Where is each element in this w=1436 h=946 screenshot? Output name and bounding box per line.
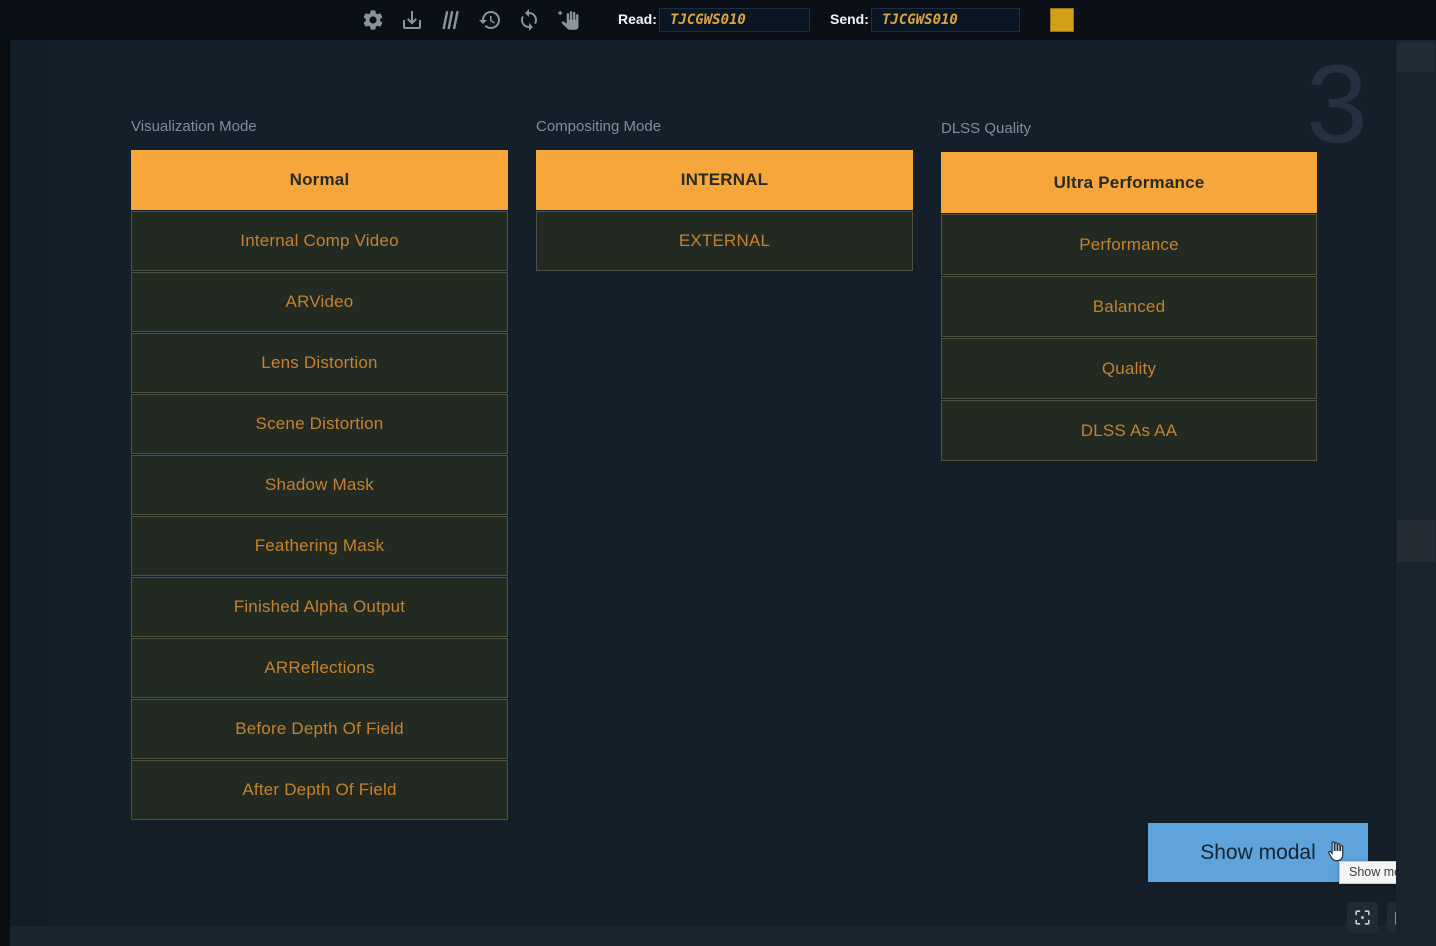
group-label-compositing-mode: Compositing Mode: [536, 117, 913, 143]
library-icon[interactable]: [438, 7, 464, 33]
group-compositing-mode: Compositing Mode INTERNALEXTERNAL: [536, 117, 913, 272]
scrollbar-top-segment: [1397, 42, 1435, 72]
pan-tool-icon[interactable]: [555, 7, 581, 33]
group-label-dlss-quality: DLSS Quality: [941, 119, 1317, 145]
option-ultra-performance[interactable]: Ultra Performance: [941, 152, 1317, 213]
option-before-depth-of-field[interactable]: Before Depth Of Field: [131, 699, 508, 759]
download-icon[interactable]: [399, 7, 425, 33]
option-after-depth-of-field[interactable]: After Depth Of Field: [131, 760, 508, 820]
option-lens-distortion[interactable]: Lens Distortion: [131, 333, 508, 393]
sync-icon[interactable]: [516, 7, 542, 33]
group-label-visualization-mode: Visualization Mode: [131, 117, 508, 143]
status-indicator-square: [1050, 8, 1074, 32]
option-dlss-as-aa[interactable]: DLSS As AA: [941, 400, 1317, 461]
read-label: Read:: [618, 11, 657, 27]
option-arreflections[interactable]: ARReflections: [131, 638, 508, 698]
read-input[interactable]: [659, 8, 810, 32]
settings-icon[interactable]: [360, 7, 386, 33]
group-dlss-quality: DLSS Quality Ultra PerformancePerformance…: [941, 119, 1317, 462]
send-label: Send:: [830, 11, 869, 27]
option-scene-distortion[interactable]: Scene Distortion: [131, 394, 508, 454]
center-focus-icon[interactable]: [1347, 902, 1378, 933]
option-normal[interactable]: Normal: [131, 150, 508, 210]
option-balanced[interactable]: Balanced: [941, 276, 1317, 337]
option-finished-alpha-output[interactable]: Finished Alpha Output: [131, 577, 508, 637]
app-window: Read: Send: 3 Visualization ModeNormalIn…: [0, 0, 1436, 946]
top-toolbar: Read: Send:: [0, 0, 1436, 40]
toolbar-icon-group: [360, 0, 581, 40]
send-input[interactable]: [871, 8, 1020, 32]
option-external[interactable]: EXTERNAL: [536, 211, 913, 271]
option-feathering-mask[interactable]: Feathering Mask: [131, 516, 508, 576]
history-icon[interactable]: [477, 7, 503, 33]
option-performance[interactable]: Performance: [941, 214, 1317, 275]
bottom-edge-strip: [10, 926, 1396, 946]
option-internal[interactable]: INTERNAL: [536, 150, 913, 210]
option-quality[interactable]: Quality: [941, 338, 1317, 399]
option-shadow-mask[interactable]: Shadow Mask: [131, 455, 508, 515]
group-visualization-mode: Visualization Mode NormalInternal Comp Vi…: [131, 117, 508, 821]
show-modal-button[interactable]: Show modal: [1148, 823, 1368, 882]
scrollbar-thumb[interactable]: [1397, 520, 1435, 562]
option-arvideo[interactable]: ARVideo: [131, 272, 508, 332]
left-edge-strip: [0, 40, 10, 946]
vertical-scrollbar[interactable]: [1396, 40, 1436, 946]
option-internal-comp-video[interactable]: Internal Comp Video: [131, 211, 508, 271]
